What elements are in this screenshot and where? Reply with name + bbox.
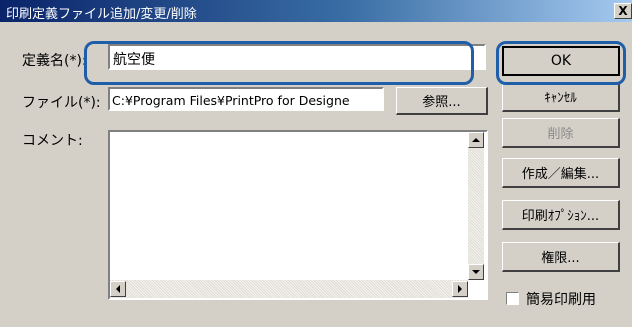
scroll-down-icon[interactable] <box>468 264 484 280</box>
ok-button-highlight <box>496 41 626 85</box>
scroll-left-icon[interactable] <box>110 281 126 297</box>
window-title: 印刷定義ファイル追加/変更/削除 <box>6 7 197 22</box>
cancel-button[interactable]: ｷｬﾝｾﾙ <box>502 82 620 112</box>
scroll-up-icon[interactable] <box>468 132 484 148</box>
print-options-button[interactable]: 印刷ｵﾌﾟｼｮﾝ... <box>502 200 620 230</box>
dialog-window: 印刷定義ファイル追加/変更/削除 X 定義名(*): 航空便 ファイル(*): … <box>0 0 632 327</box>
file-label: ファイル(*): <box>22 95 101 111</box>
simple-print-label: 簡易印刷用 <box>526 292 596 308</box>
name-label: 定義名(*): <box>22 53 87 69</box>
name-field-highlight <box>84 41 474 85</box>
file-path-input[interactable]: C:¥Program Files¥PrintPro for Designe <box>108 87 384 111</box>
delete-button[interactable]: 削除 <box>502 118 620 148</box>
create-edit-button[interactable]: 作成／編集... <box>502 158 620 188</box>
browse-button[interactable]: 参照... <box>396 87 488 115</box>
close-glyph: X <box>618 4 628 18</box>
file-path-value: C:¥Program Files¥PrintPro for Designe <box>112 93 350 108</box>
permissions-button[interactable]: 権限... <box>502 242 620 272</box>
comment-label: コメント: <box>22 133 83 149</box>
horizontal-scrollbar[interactable] <box>110 280 468 298</box>
title-bar: 印刷定義ファイル追加/変更/削除 X <box>0 0 632 22</box>
scroll-right-icon[interactable] <box>452 281 468 297</box>
close-icon[interactable]: X <box>614 3 632 19</box>
comment-textarea[interactable] <box>108 130 488 300</box>
simple-print-checkbox[interactable] <box>506 292 519 305</box>
vertical-scrollbar[interactable] <box>468 132 484 280</box>
